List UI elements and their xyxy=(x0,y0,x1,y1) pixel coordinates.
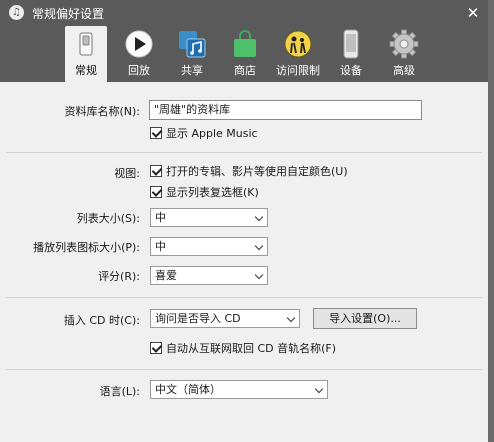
tab-advanced[interactable]: 高级 xyxy=(383,26,425,82)
divider xyxy=(6,369,482,370)
tab-label: 共享 xyxy=(181,64,203,77)
tab-label: 商店 xyxy=(234,64,256,77)
close-button[interactable]: ✕ xyxy=(463,3,483,23)
chevron-down-icon xyxy=(254,212,264,222)
device-phone-icon xyxy=(343,29,359,59)
preferences-panel: 资料库名称(N): "周雄"的资料库 显示 Apple Music 视图: 打开… xyxy=(0,82,488,442)
import-settings-button[interactable]: 导入设置(O)... xyxy=(313,308,417,329)
checkbox-checked xyxy=(150,186,162,198)
select-value: 中 xyxy=(155,240,166,253)
checkbox-label: 显示 Apple Music xyxy=(166,127,258,140)
select-value: 中 xyxy=(155,211,166,224)
checkbox-checked xyxy=(150,127,162,139)
divider xyxy=(6,152,482,153)
library-name-input[interactable]: "周雄"的资料库 xyxy=(149,100,422,120)
gear-icon xyxy=(389,29,419,59)
checkbox-checked xyxy=(150,165,162,177)
language-select[interactable]: 中文（简体） xyxy=(150,380,328,399)
divider xyxy=(6,297,482,298)
preferences-toolbar: 常规 回放 共享 商店 访问限制 设备 高级 xyxy=(0,26,488,82)
checkbox-label: 打开的专辑、影片等使用自定颜色(U) xyxy=(166,165,348,178)
tab-sharing[interactable]: 共享 xyxy=(171,26,213,82)
tab-devices[interactable]: 设备 xyxy=(330,26,372,82)
share-music-icon xyxy=(179,31,206,58)
tab-playback[interactable]: 回放 xyxy=(118,26,160,82)
playlist-icon-size-select[interactable]: 中 xyxy=(150,237,268,256)
insert-cd-label: 插入 CD 时(C): xyxy=(63,314,140,327)
insert-cd-select[interactable]: 询问是否导入 CD xyxy=(150,309,300,328)
custom-colors-checkbox[interactable]: 打开的专辑、影片等使用自定颜色(U) xyxy=(150,163,348,179)
tab-label: 常规 xyxy=(75,64,97,77)
store-bag-icon xyxy=(234,30,256,57)
rating-select[interactable]: 喜爱 xyxy=(150,266,268,285)
background-window-edge xyxy=(488,0,494,442)
checkbox-checked xyxy=(150,342,162,354)
show-list-checkboxes-checkbox[interactable]: 显示列表复选框(K) xyxy=(150,184,259,200)
rating-label: 评分(R): xyxy=(98,270,140,283)
tab-restrictions[interactable]: 访问限制 xyxy=(276,26,320,82)
select-value: 喜爱 xyxy=(155,269,177,282)
tab-label: 设备 xyxy=(340,64,362,77)
chevron-down-icon xyxy=(314,384,324,394)
language-label: 语言(L): xyxy=(99,385,140,398)
select-value: 中文（简体） xyxy=(155,383,221,396)
playlist-icon-size-label: 播放列表图标大小(P): xyxy=(33,241,140,254)
itunes-app-icon: ♫ xyxy=(9,5,24,20)
chevron-down-icon xyxy=(254,270,264,280)
list-size-select[interactable]: 中 xyxy=(150,208,268,227)
list-size-label: 列表大小(S): xyxy=(76,212,140,225)
chevron-down-icon xyxy=(286,313,296,323)
checkbox-label: 自动从互联网取回 CD 音轨名称(F) xyxy=(166,342,337,355)
library-name-label: 资料库名称(N): xyxy=(64,105,140,118)
switch-icon xyxy=(79,32,93,56)
tab-label: 访问限制 xyxy=(276,64,320,77)
select-value: 询问是否导入 CD xyxy=(155,312,241,325)
tab-label: 回放 xyxy=(128,64,150,77)
play-icon xyxy=(125,30,153,58)
show-apple-music-checkbox[interactable]: 显示 Apple Music xyxy=(150,125,258,141)
auto-fetch-cd-names-checkbox[interactable]: 自动从互联网取回 CD 音轨名称(F) xyxy=(150,340,336,356)
title-bar: ♫ 常规偏好设置 ✕ xyxy=(0,0,488,26)
view-label: 视图: xyxy=(114,167,140,180)
parental-control-icon xyxy=(284,30,312,58)
tab-label: 高级 xyxy=(393,64,415,77)
checkbox-label: 显示列表复选框(K) xyxy=(166,186,259,199)
tab-general[interactable]: 常规 xyxy=(65,26,107,82)
window-title: 常规偏好设置 xyxy=(32,7,105,21)
tab-store[interactable]: 商店 xyxy=(224,26,266,82)
chevron-down-icon xyxy=(254,241,264,251)
